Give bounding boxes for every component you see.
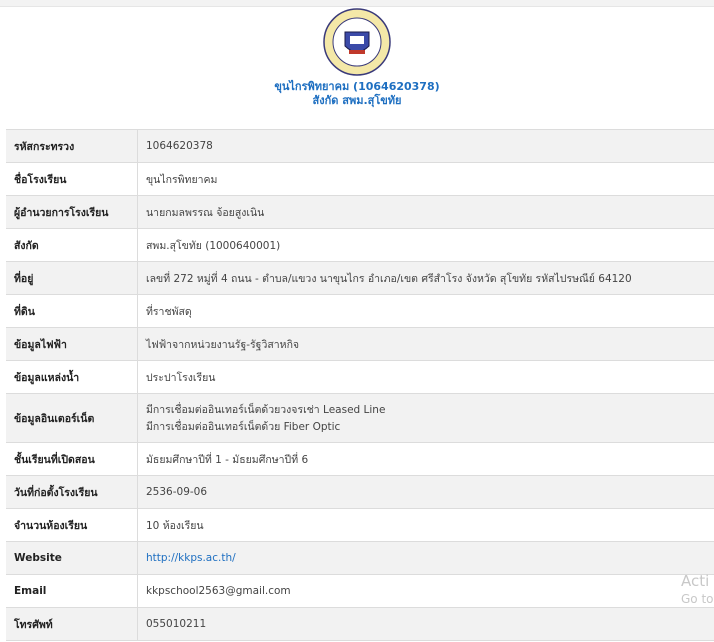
row-label: ที่ดิน — [6, 294, 138, 328]
website-link[interactable]: http://kkps.ac.th/ — [146, 552, 236, 564]
row-value: ไฟฟ้าจากหน่วยงานรัฐ-รัฐวิสาหกิจ — [137, 327, 714, 361]
activate-windows-watermark: Acti Go to — [681, 572, 714, 608]
row-value: 1064620378 — [137, 129, 714, 163]
row-value: 10 ห้องเรียน — [137, 508, 714, 542]
table-row: ข้อมูลไฟฟ้า ไฟฟ้าจากหน่วยงานรัฐ-รัฐวิสาห… — [6, 327, 714, 361]
table-row: วันที่ก่อตั้งโรงเรียน 2536-09-06 — [6, 475, 714, 509]
row-label: ผู้อำนวยการโรงเรียน — [6, 195, 138, 229]
school-info-table: รหัสกระทรวง 1064620378 ชื่อโรงเรียน ขุนไ… — [6, 129, 714, 641]
school-affiliation: สังกัด สพม.สุโขทัย — [312, 94, 402, 107]
phone-value: 055010211 — [137, 607, 714, 641]
row-value: 2536-09-06 — [137, 475, 714, 509]
row-label: ข้อมูลแหล่งน้ำ — [6, 360, 138, 394]
watermark-line-2: Go to — [681, 592, 714, 606]
row-label: Email — [6, 574, 138, 608]
row-value: ที่ราชพัสดุ — [137, 294, 714, 328]
row-value: เลขที่ 272 หมู่ที่ 4 ถนน - ตำบล/แขวง นาข… — [137, 261, 714, 295]
row-label: รหัสกระทรวง — [6, 129, 138, 163]
table-row: จำนวนห้องเรียน 10 ห้องเรียน — [6, 508, 714, 542]
table-row: ผู้อำนวยการโรงเรียน นายกมลพรรณ จ้อยสูงเน… — [6, 195, 714, 229]
row-value: นายกมลพรรณ จ้อยสูงเนิน — [137, 195, 714, 229]
school-logo-icon — [323, 8, 391, 76]
row-value: ประปาโรงเรียน — [137, 360, 714, 394]
table-row: ชั้นเรียนที่เปิดสอน มัธยมศึกษาปีที่ 1 - … — [6, 442, 714, 476]
table-row: Website http://kkps.ac.th/ — [6, 541, 714, 575]
top-bar — [0, 0, 714, 7]
email-value: kkpschool2563@gmail.com — [137, 574, 714, 608]
row-label: จำนวนห้องเรียน — [6, 508, 138, 542]
internet-line: มีการเชื่อมต่ออินเทอร์เน็ตด้วยวงจรเช่า L… — [146, 404, 386, 416]
row-label: ชื่อโรงเรียน — [6, 162, 138, 196]
row-value: มีการเชื่อมต่ออินเทอร์เน็ตด้วยวงจรเช่า L… — [137, 393, 714, 443]
row-value: http://kkps.ac.th/ — [137, 541, 714, 575]
table-row: ข้อมูลแหล่งน้ำ ประปาโรงเรียน — [6, 360, 714, 394]
table-row: ที่อยู่ เลขที่ 272 หมู่ที่ 4 ถนน - ตำบล/… — [6, 261, 714, 295]
row-label: ชั้นเรียนที่เปิดสอน — [6, 442, 138, 476]
row-label: สังกัด — [6, 228, 138, 262]
row-label: ที่อยู่ — [6, 261, 138, 295]
school-title: ขุนไกรพิทยาคม (1064620378) — [274, 80, 440, 93]
row-label: ข้อมูลไฟฟ้า — [6, 327, 138, 361]
row-label: วันที่ก่อตั้งโรงเรียน — [6, 475, 138, 509]
watermark-line-1: Acti — [681, 572, 710, 590]
school-header: ขุนไกรพิทยาคม (1064620378) สังกัด สพม.สุ… — [0, 8, 714, 108]
table-row: โทรศัพท์ 055010211 — [6, 607, 714, 641]
table-row: ข้อมูลอินเตอร์เน็ต มีการเชื่อมต่ออินเทอร… — [6, 393, 714, 443]
row-value: สพม.สุโขทัย (1000640001) — [137, 228, 714, 262]
row-label: Website — [6, 541, 138, 575]
internet-line: มีการเชื่อมต่ออินเทอร์เน็ตด้วย Fiber Opt… — [146, 421, 341, 433]
row-label: โทรศัพท์ — [6, 607, 138, 641]
row-value: ขุนไกรพิทยาคม — [137, 162, 714, 196]
table-row: รหัสกระทรวง 1064620378 — [6, 129, 714, 163]
row-label: ข้อมูลอินเตอร์เน็ต — [6, 393, 138, 443]
table-row: สังกัด สพม.สุโขทัย (1000640001) — [6, 228, 714, 262]
row-value: มัธยมศึกษาปีที่ 1 - มัธยมศึกษาปีที่ 6 — [137, 442, 714, 476]
table-row: ชื่อโรงเรียน ขุนไกรพิทยาคม — [6, 162, 714, 196]
table-row: Email kkpschool2563@gmail.com — [6, 574, 714, 608]
table-row: ที่ดิน ที่ราชพัสดุ — [6, 294, 714, 328]
